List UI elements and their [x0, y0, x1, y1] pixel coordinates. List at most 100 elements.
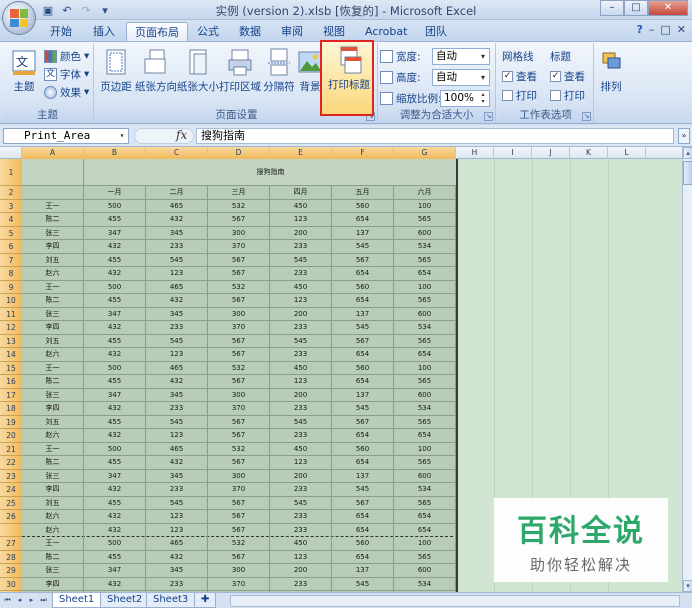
margins-button[interactable]: 页边距 [98, 45, 134, 105]
table-cell[interactable]: 刘五 [22, 415, 84, 429]
table-cell[interactable]: 233 [146, 483, 208, 497]
table-cell[interactable]: 455 [84, 375, 146, 389]
sheet-tab-3[interactable]: Sheet3 [146, 593, 196, 608]
table-cell[interactable]: 432 [84, 267, 146, 281]
tab-formulas[interactable]: 公式 [189, 22, 227, 41]
table-cell[interactable]: 565 [394, 375, 456, 389]
tab-team[interactable]: 团队 [417, 22, 455, 41]
table-cell[interactable]: 600 [394, 307, 456, 321]
table-cell[interactable]: 300 [208, 564, 270, 578]
table-cell[interactable]: 565 [394, 213, 456, 227]
table-cell[interactable]: 567 [208, 267, 270, 281]
sheet-tab-1[interactable]: Sheet1 [52, 593, 102, 608]
table-cell[interactable]: 123 [146, 348, 208, 362]
horizontal-scrollbar[interactable] [230, 595, 680, 607]
table-cell[interactable]: 233 [146, 321, 208, 335]
table-cell[interactable]: 532 [208, 280, 270, 294]
maximize-button[interactable]: □ [624, 0, 648, 16]
table-cell[interactable]: 刘五 [22, 253, 84, 267]
table-cell[interactable]: 432 [84, 577, 146, 591]
table-cell[interactable]: 654 [394, 510, 456, 524]
height-select[interactable]: 自动 ▾ [432, 69, 490, 86]
table-cell[interactable]: 450 [270, 537, 332, 551]
table-cell[interactable]: 233 [270, 348, 332, 362]
table-cell[interactable]: 赵六 [22, 348, 84, 362]
table-cell[interactable]: 赵六 [22, 523, 84, 537]
table-cell[interactable]: 654 [332, 213, 394, 227]
row-header[interactable]: 2 [0, 186, 22, 200]
theme-fonts-button[interactable]: 文 字体 ▾ [44, 65, 89, 83]
table-cell[interactable]: 500 [84, 280, 146, 294]
table-cell[interactable]: 565 [394, 456, 456, 470]
table-title-cell[interactable]: 搜狗指南 [84, 159, 458, 186]
row-header[interactable]: 17 [0, 388, 22, 402]
scale-launcher-icon[interactable]: ↘ [484, 112, 493, 121]
table-cell[interactable]: 432 [146, 456, 208, 470]
table-cell[interactable]: 560 [332, 361, 394, 375]
table-cell[interactable]: 565 [394, 334, 456, 348]
row-header[interactable]: 10 [0, 294, 22, 308]
tab-view[interactable]: 视图 [315, 22, 353, 41]
table-cell[interactable]: 567 [332, 253, 394, 267]
tab-insert[interactable]: 插入 [85, 22, 123, 41]
table-cell[interactable]: 233 [270, 483, 332, 497]
table-cell[interactable]: 560 [332, 442, 394, 456]
table-cell[interactable]: 432 [84, 483, 146, 497]
tab-data[interactable]: 数据 [231, 22, 269, 41]
table-cell[interactable]: 100 [394, 199, 456, 213]
table-cell[interactable]: 432 [84, 402, 146, 416]
table-cell[interactable]: 233 [270, 267, 332, 281]
print-titles-highlighted-button[interactable]: 打印标题 [326, 43, 372, 103]
table-cell[interactable]: 432 [84, 321, 146, 335]
table-cell[interactable] [22, 159, 84, 186]
table-cell[interactable]: 李四 [22, 321, 84, 335]
table-cell[interactable]: 450 [270, 442, 332, 456]
table-header-cell[interactable]: 六月 [394, 186, 456, 200]
table-cell[interactable]: 545 [146, 496, 208, 510]
table-cell[interactable]: 王一 [22, 442, 84, 456]
row-header[interactable]: 27 [0, 537, 22, 551]
table-cell[interactable]: 陈二 [22, 550, 84, 564]
table-cell[interactable]: 347 [84, 307, 146, 321]
table-cell[interactable]: 200 [270, 388, 332, 402]
vertical-scrollbar[interactable]: ▴ ▾ [682, 147, 692, 592]
table-cell[interactable]: 张三 [22, 307, 84, 321]
table-cell[interactable]: 123 [270, 456, 332, 470]
table-cell[interactable]: 赵六 [22, 429, 84, 443]
scroll-thumb[interactable] [683, 161, 692, 185]
table-cell[interactable]: 347 [84, 469, 146, 483]
table-cell[interactable]: 123 [270, 213, 332, 227]
arrange-button[interactable]: 排列 [596, 45, 626, 105]
row-header[interactable]: 14 [0, 348, 22, 362]
table-cell[interactable]: 432 [146, 375, 208, 389]
tab-page-layout[interactable]: 页面布局 [126, 22, 188, 41]
ribbon-close-button[interactable]: ✕ [677, 23, 686, 36]
width-select[interactable]: 自动 ▾ [432, 48, 490, 65]
table-cell[interactable]: 450 [270, 199, 332, 213]
table-cell[interactable]: 545 [332, 483, 394, 497]
table-cell[interactable]: 654 [394, 429, 456, 443]
row-header[interactable]: 24 [0, 483, 22, 497]
table-cell[interactable]: 李四 [22, 240, 84, 254]
column-header-a[interactable]: A [22, 147, 84, 159]
minimize-button[interactable]: – [600, 0, 624, 16]
column-header-g[interactable]: G [394, 147, 456, 159]
table-cell[interactable]: 200 [270, 226, 332, 240]
table-cell[interactable]: 100 [394, 537, 456, 551]
ribbon-minimize-button[interactable]: – [649, 23, 655, 36]
table-cell[interactable]: 455 [84, 334, 146, 348]
table-header-cell[interactable]: 三月 [208, 186, 270, 200]
row-header[interactable]: 23 [0, 469, 22, 483]
table-cell[interactable]: 137 [332, 469, 394, 483]
row-header[interactable]: 1 [0, 159, 22, 186]
table-cell[interactable]: 567 [208, 550, 270, 564]
table-cell[interactable]: 陈二 [22, 456, 84, 470]
table-cell[interactable]: 654 [394, 267, 456, 281]
table-cell[interactable]: 545 [332, 402, 394, 416]
table-cell[interactable]: 545 [270, 496, 332, 510]
row-header[interactable]: 28 [0, 550, 22, 564]
table-cell[interactable]: 600 [394, 388, 456, 402]
table-cell[interactable]: 567 [208, 496, 270, 510]
row-header[interactable]: 29 [0, 564, 22, 578]
table-cell[interactable]: 567 [208, 253, 270, 267]
